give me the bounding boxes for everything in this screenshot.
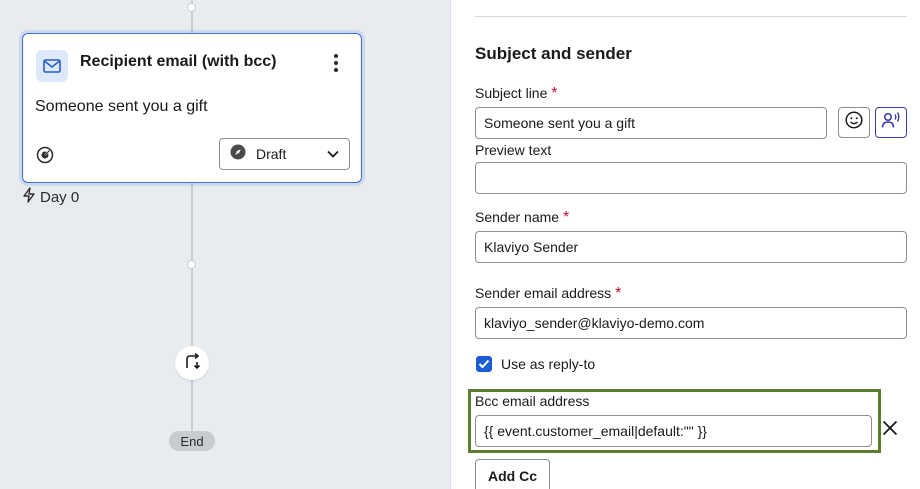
- flow-end-marker: End: [169, 431, 215, 451]
- sender-email-input[interactable]: [475, 307, 907, 339]
- emoji-button[interactable]: [838, 107, 870, 138]
- close-icon[interactable]: [879, 417, 901, 439]
- required-marker: *: [562, 209, 570, 226]
- sender-email-label: Sender email address *: [475, 285, 622, 302]
- sender-name-input[interactable]: [475, 231, 907, 263]
- status-value: Draft: [256, 146, 287, 162]
- section-title: Subject and sender: [475, 44, 632, 63]
- email-settings-panel: Subject and sender Subject line * Previe…: [450, 0, 920, 489]
- delay-label: Day 0: [22, 187, 79, 207]
- subject-line-label: Subject line *: [475, 85, 558, 102]
- reply-to-checkbox[interactable]: [476, 356, 492, 372]
- bcc-label: Bcc email address: [475, 393, 590, 409]
- ai-assist-button[interactable]: [875, 107, 907, 138]
- flow-canvas: Recipient email (with bcc) Someone sent …: [0, 0, 450, 489]
- bcc-email-input[interactable]: [475, 415, 872, 447]
- split-branch-button[interactable]: [175, 346, 209, 380]
- delay-text: Day 0: [40, 188, 80, 206]
- email-node-title: Recipient email (with bcc): [80, 53, 277, 70]
- reply-to-label: Use as reply-to: [501, 356, 596, 372]
- connector-node: [187, 3, 196, 12]
- divider: [475, 16, 907, 17]
- compass-icon: [230, 144, 246, 165]
- more-vertical-icon[interactable]: [327, 52, 345, 74]
- required-marker: *: [551, 85, 558, 102]
- speaker-icon: [881, 111, 901, 134]
- required-marker: *: [615, 285, 622, 302]
- mail-icon: [36, 50, 68, 82]
- email-node-card[interactable]: Recipient email (with bcc) Someone sent …: [22, 33, 362, 183]
- email-node-subject: Someone sent you a gift: [35, 98, 208, 115]
- lightning-icon: [22, 187, 36, 207]
- split-branch-icon: [183, 352, 201, 374]
- add-cc-button[interactable]: Add Cc: [475, 459, 550, 489]
- connector-line: [191, 380, 193, 432]
- smiley-icon: [845, 111, 863, 134]
- chevron-down-icon: [327, 145, 339, 163]
- preview-text-label: Preview text: [475, 142, 552, 158]
- subject-line-input[interactable]: [475, 107, 827, 139]
- status-dropdown[interactable]: Draft: [219, 138, 350, 170]
- sender-name-label: Sender name *: [475, 209, 570, 226]
- preview-text-input[interactable]: [475, 162, 907, 194]
- analytics-icon[interactable]: [36, 146, 54, 164]
- reply-to-row: Use as reply-to: [476, 356, 595, 372]
- connector-node: [187, 260, 196, 269]
